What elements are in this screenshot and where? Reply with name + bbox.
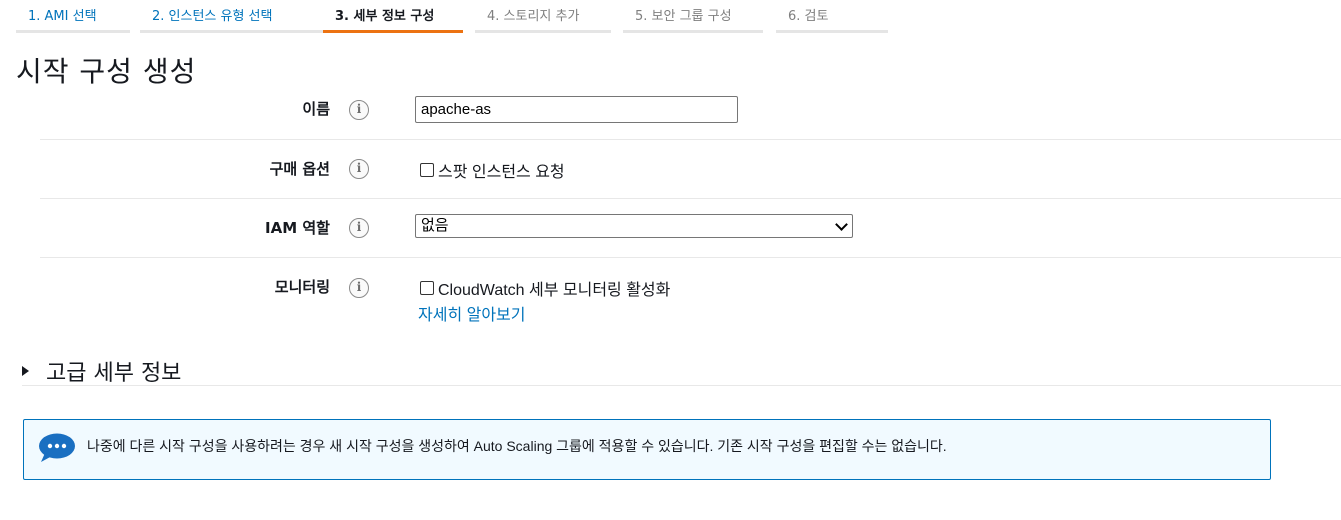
info-message-text: 나중에 다른 시작 구성을 사용하려는 경우 새 시작 구성을 생성하여 Aut…	[87, 438, 947, 454]
form-row-purchase-option: 구매 옵션 i 스팟 인스턴스 요청	[40, 140, 1341, 199]
name-input[interactable]	[415, 96, 738, 123]
iam-role-label: IAM 역할	[265, 219, 330, 237]
cloudwatch-monitoring-checkbox[interactable]	[420, 281, 434, 295]
advanced-details-toggle[interactable]: 고급 세부 정보	[22, 355, 1341, 386]
tab-step-2-instance-type[interactable]: 2. 인스턴스 유형 선택	[140, 0, 326, 33]
form-row-iam-role: IAM 역할 i 없음	[40, 199, 1341, 258]
name-label: 이름	[302, 100, 330, 118]
tab-step-6-review[interactable]: 6. 검토	[776, 0, 888, 33]
spot-instance-checkbox[interactable]	[420, 163, 434, 177]
chat-bubble-icon	[39, 433, 75, 462]
spot-instance-option[interactable]: 스팟 인스턴스 요청	[420, 158, 565, 182]
iam-role-selected-value: 없음	[421, 217, 449, 234]
learn-more-link[interactable]: 자세히 알아보기	[418, 301, 526, 325]
tab-step-4-add-storage[interactable]: 4. 스토리지 추가	[475, 0, 611, 33]
info-message-box: 나중에 다른 시작 구성을 사용하려는 경우 새 시작 구성을 생성하여 Aut…	[23, 419, 1271, 480]
form-row-name: 이름 i	[40, 86, 1341, 140]
cloudwatch-monitoring-label: CloudWatch 세부 모니터링 활성화	[438, 282, 671, 299]
cloudwatch-monitoring-option[interactable]: CloudWatch 세부 모니터링 활성화	[420, 276, 670, 300]
spot-instance-label: 스팟 인스턴스 요청	[438, 164, 565, 181]
purchase-option-label: 구매 옵션	[269, 160, 330, 178]
tab-step-5-security-group[interactable]: 5. 보안 그룹 구성	[623, 0, 763, 33]
iam-role-info-icon[interactable]: i	[349, 218, 369, 238]
form-row-monitoring: 모니터링 i CloudWatch 세부 모니터링 활성화 자세히 알아보기	[40, 258, 1341, 348]
advanced-details-label: 고급 세부 정보	[46, 361, 182, 386]
monitoring-info-icon[interactable]: i	[349, 278, 369, 298]
caret-right-icon	[22, 366, 29, 376]
monitoring-label: 모니터링	[274, 278, 330, 296]
page-title: 시작 구성 생성	[16, 55, 197, 88]
iam-role-select[interactable]: 없음	[415, 214, 853, 238]
tab-step-1-ami[interactable]: 1. AMI 선택	[16, 0, 130, 33]
chevron-down-icon	[835, 218, 848, 231]
tab-step-3-configure-details[interactable]: 3. 세부 정보 구성	[323, 0, 463, 33]
purchase-option-info-icon[interactable]: i	[349, 159, 369, 179]
name-info-icon[interactable]: i	[349, 100, 369, 120]
